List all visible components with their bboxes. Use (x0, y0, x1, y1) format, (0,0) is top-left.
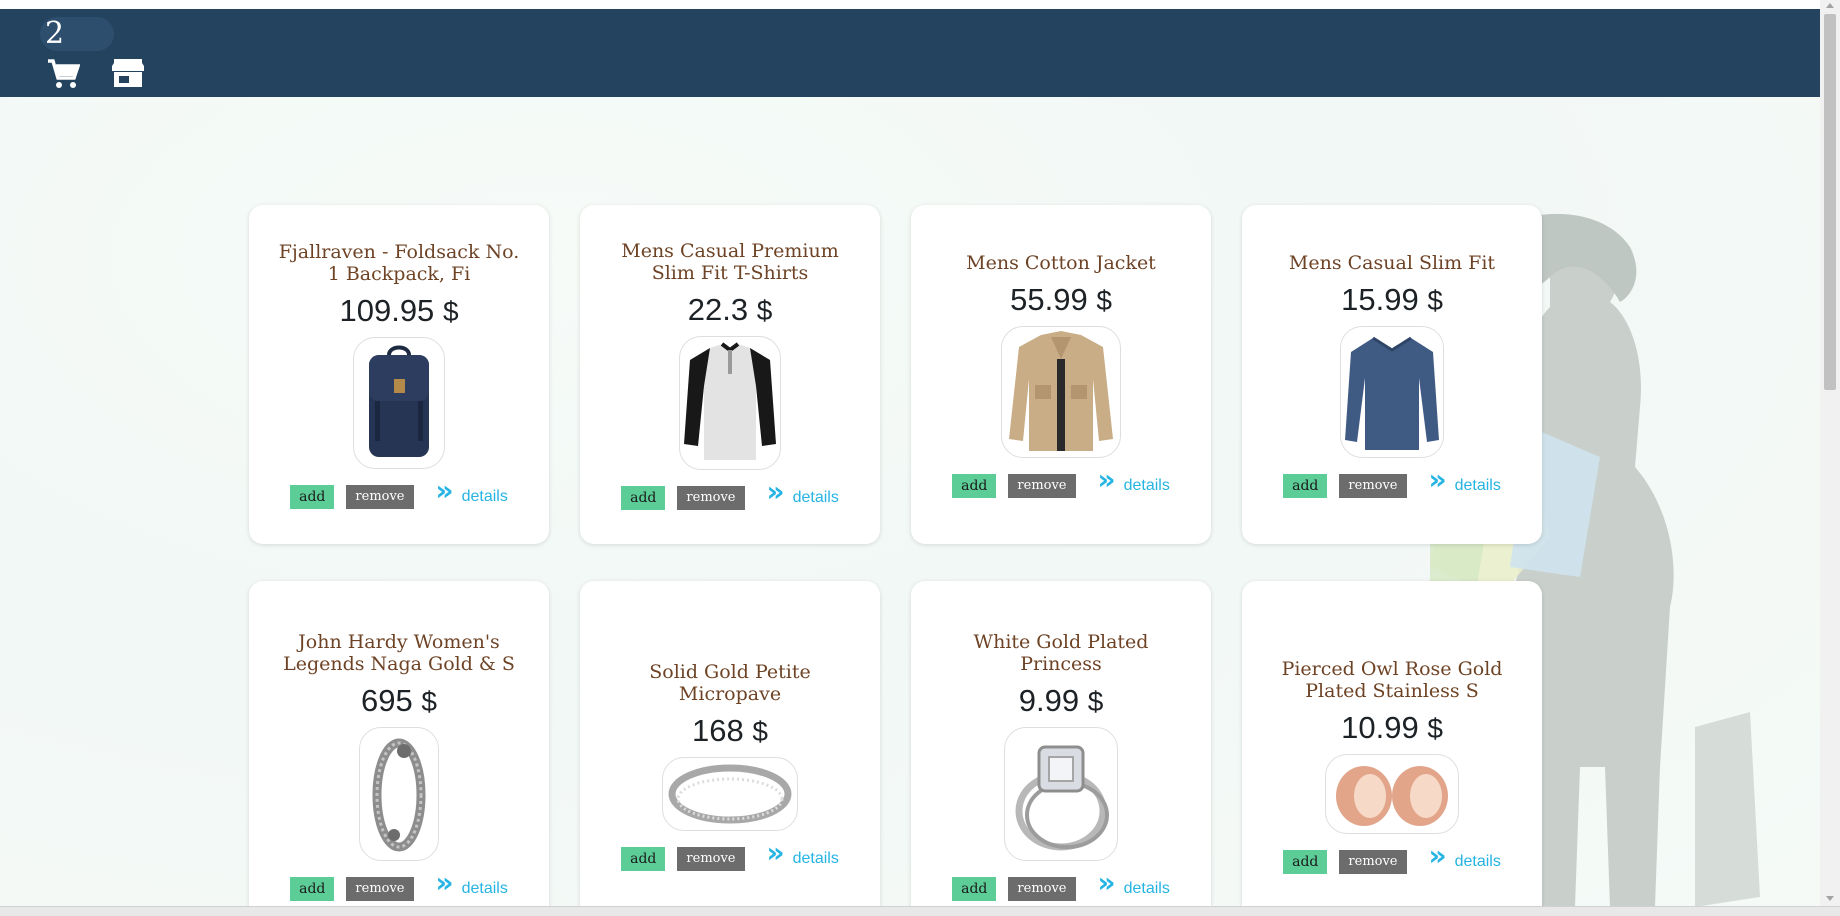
double-chevron-icon: » (766, 474, 785, 508)
rose-gold-plugs-image (1336, 765, 1448, 826)
remove-button[interactable]: remove (1339, 849, 1407, 874)
double-chevron-icon: » (1428, 462, 1447, 496)
product-image (1001, 325, 1121, 458)
scroll-up-arrow-icon[interactable] (1826, 3, 1834, 8)
remove-button[interactable]: remove (677, 846, 745, 871)
product-price: 15.99 $ (1341, 281, 1443, 317)
add-button[interactable]: add (952, 473, 997, 498)
product-image (1325, 753, 1459, 834)
details-link[interactable]: » details (767, 838, 839, 869)
product-card: White Gold Plated Princess 9.99 $ add re… (911, 581, 1211, 906)
scroll-down-arrow-icon[interactable] (1826, 896, 1834, 901)
remove-button[interactable]: remove (1339, 473, 1407, 498)
product-card: Fjallraven - Foldsack No. 1 Backpack, Fi… (249, 205, 549, 544)
details-link[interactable]: » details (1429, 841, 1501, 872)
product-title: Mens Casual Premium Slim Fit T-Shirts (621, 239, 839, 284)
product-card: Mens Casual Slim Fit 15.99 $ add remove … (1242, 205, 1542, 544)
product-price: 22.3 $ (687, 291, 773, 327)
product-price: 109.95 $ (339, 292, 459, 328)
cart-count-badge: 2 (40, 17, 114, 51)
add-button[interactable]: add (290, 876, 335, 901)
product-card: Pierced Owl Rose Gold Plated Stainless S… (1242, 581, 1542, 906)
remove-button[interactable]: remove (346, 876, 414, 901)
double-chevron-icon: » (766, 835, 785, 869)
details-link[interactable]: » details (1098, 868, 1170, 899)
add-button[interactable]: add (621, 485, 666, 510)
add-button[interactable]: add (290, 484, 335, 509)
double-chevron-icon: » (1097, 462, 1116, 496)
product-card: Mens Cotton Jacket 55.99 $ add remove » d… (911, 205, 1211, 544)
product-title: Pierced Owl Rose Gold Plated Stainless S (1281, 657, 1503, 702)
cotton-jacket-image (1009, 330, 1113, 451)
product-title: Mens Casual Slim Fit (1288, 251, 1496, 274)
browser-bottom-strip (0, 906, 1840, 916)
double-chevron-icon: » (435, 865, 454, 899)
details-link[interactable]: » details (1429, 465, 1501, 496)
add-button[interactable]: add (621, 846, 666, 871)
add-button[interactable]: add (1283, 849, 1328, 874)
scrollbar-thumb[interactable] (1824, 14, 1836, 390)
long-sleeve-shirt-image (1345, 336, 1439, 450)
henley-shirt-image (684, 341, 776, 460)
top-navbar: 2 (0, 9, 1820, 97)
product-title: White Gold Plated Princess (973, 630, 1149, 675)
double-chevron-icon: » (1097, 865, 1116, 899)
remove-button[interactable]: remove (346, 484, 414, 509)
product-price: 168 $ (692, 712, 768, 748)
product-image (662, 756, 798, 831)
details-link[interactable]: » details (1098, 465, 1170, 496)
product-price: 695 $ (361, 682, 437, 718)
silver-ring-image (668, 764, 792, 823)
product-card: John Hardy Women's Legends Naga Gold & S… (249, 581, 549, 906)
product-title: Fjallraven - Foldsack No. 1 Backpack, Fi (278, 240, 520, 285)
product-title: John Hardy Women's Legends Naga Gold & S (283, 630, 515, 675)
remove-button[interactable]: remove (1008, 473, 1076, 498)
shopping-cart-icon[interactable] (46, 58, 81, 94)
product-card: Mens Casual Premium Slim Fit T-Shirts 22… (580, 205, 880, 544)
product-image (353, 336, 445, 469)
double-chevron-icon: » (1428, 838, 1447, 872)
vertical-scrollbar[interactable] (1820, 0, 1840, 906)
add-button[interactable]: add (952, 876, 997, 901)
backpack-image (369, 345, 429, 457)
details-link[interactable]: » details (436, 476, 508, 507)
product-price: 55.99 $ (1010, 281, 1112, 317)
diamond-ring-image (1015, 745, 1109, 850)
product-price: 9.99 $ (1018, 682, 1104, 718)
product-image (1340, 325, 1444, 458)
product-price: 10.99 $ (1341, 709, 1443, 745)
add-button[interactable]: add (1283, 473, 1328, 498)
product-image (1004, 726, 1118, 861)
product-title: Mens Cotton Jacket (966, 251, 1156, 274)
product-grid-area: Fjallraven - Foldsack No. 1 Backpack, Fi… (0, 97, 1820, 906)
double-chevron-icon: » (435, 473, 454, 507)
details-link[interactable]: » details (767, 477, 839, 508)
product-title: Solid Gold Petite Micropave (649, 660, 811, 705)
chain-bracelet-image (372, 738, 426, 851)
product-card: Solid Gold Petite Micropave 168 $ add re… (580, 581, 880, 906)
product-image (359, 726, 439, 861)
remove-button[interactable]: remove (677, 485, 745, 510)
details-link[interactable]: » details (436, 868, 508, 899)
storefront-icon[interactable] (111, 58, 145, 92)
remove-button[interactable]: remove (1008, 876, 1076, 901)
browser-top-strip (0, 0, 1840, 9)
product-image (679, 335, 781, 470)
